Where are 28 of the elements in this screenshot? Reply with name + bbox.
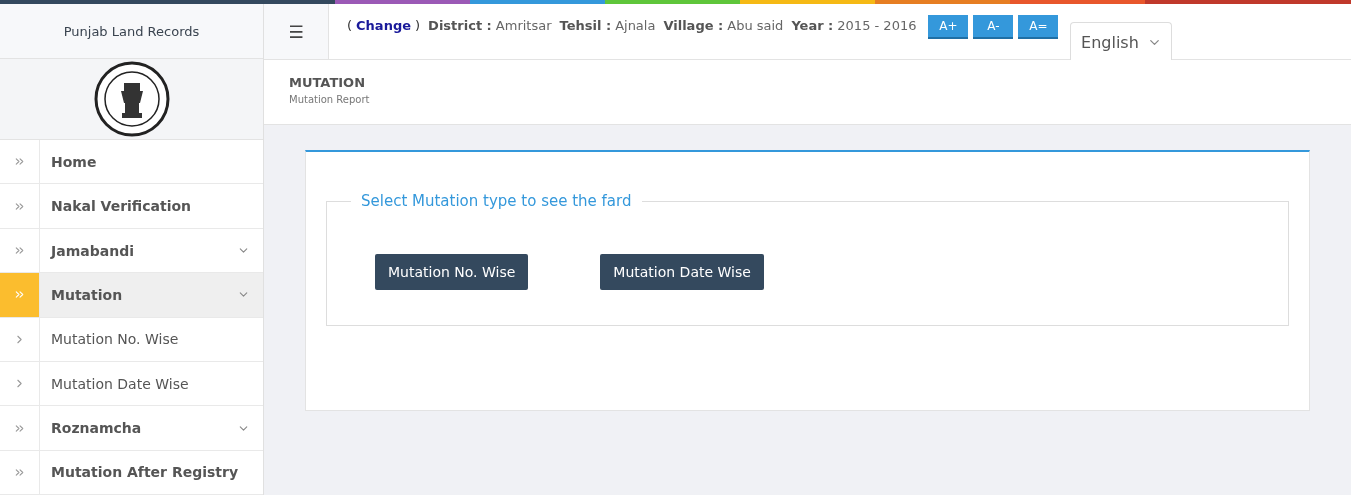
sidebar-item[interactable]: Mutation: [0, 273, 263, 318]
field-value: 2015 - 2016: [837, 18, 917, 33]
sidebar-item[interactable]: Mutation After Registry: [0, 450, 263, 495]
sidebar-item[interactable]: Nakal Verification: [0, 184, 263, 229]
sidebar-item[interactable]: Roznamcha: [0, 406, 263, 451]
sidebar-item[interactable]: Jamabandi: [0, 228, 263, 274]
field-label: Village :: [663, 18, 724, 33]
site-title: Punjab Land Records: [0, 4, 263, 60]
open-paren: (: [347, 18, 353, 33]
mutation-type-button[interactable]: Mutation No. Wise: [375, 254, 529, 290]
double-chevron-icon: [13, 244, 26, 257]
mutation-type-button[interactable]: Mutation Date Wise: [600, 254, 764, 290]
field-value: Abu said: [727, 18, 784, 33]
change-link[interactable]: Change: [356, 18, 412, 33]
fieldset-legend: Select Mutation type to see the fard: [351, 192, 642, 210]
field-label: District :: [428, 18, 492, 33]
menu-button[interactable]: ☰: [264, 4, 329, 59]
field-label: Tehsil :: [559, 18, 612, 33]
page-title: MUTATION: [289, 75, 367, 90]
sidebar-item[interactable]: Mutation Date Wise: [0, 361, 263, 407]
field-label: Year :: [791, 18, 834, 33]
field-value: Amritsar: [495, 18, 552, 33]
language-select[interactable]: English: [1070, 22, 1173, 61]
page-subtitle: Mutation Report: [289, 94, 371, 105]
close-paren: ): [415, 18, 421, 33]
field-value: Ajnala: [615, 18, 656, 33]
sidebar-item[interactable]: Mutation No. Wise: [0, 317, 263, 362]
sidebar-item[interactable]: Home: [0, 140, 263, 185]
